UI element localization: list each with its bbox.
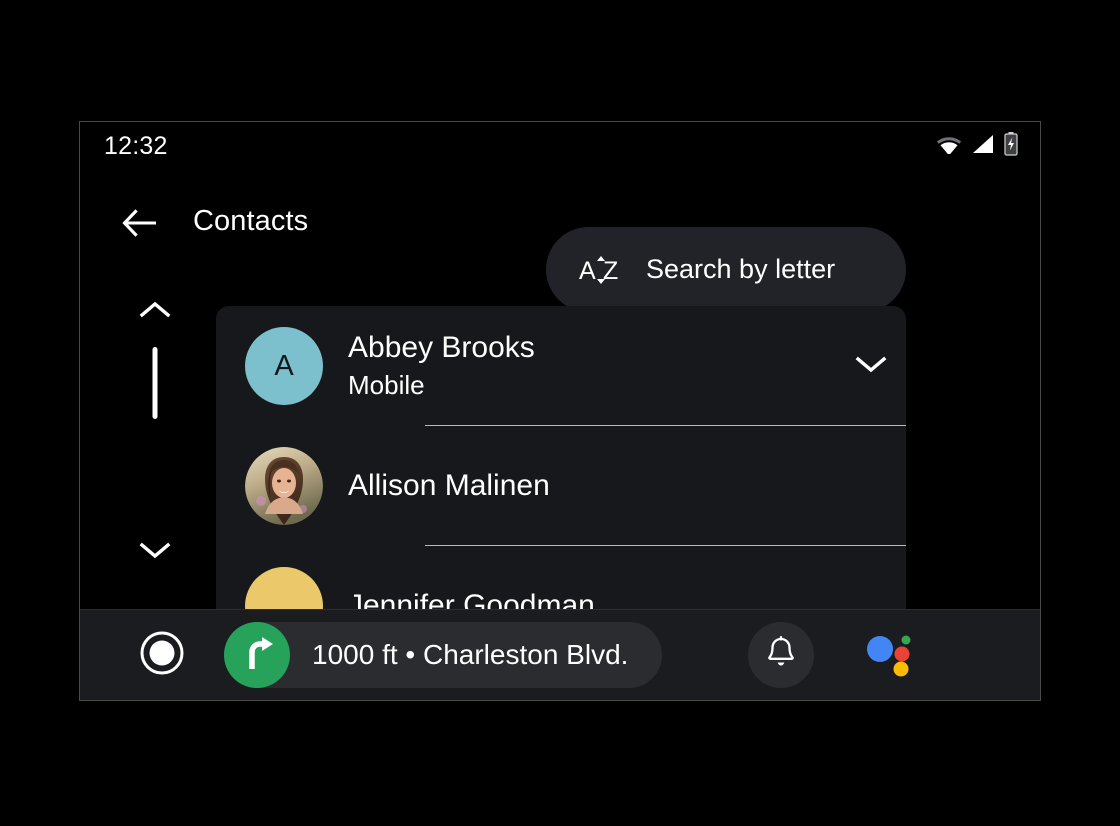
search-by-letter-label: Search by letter [646,254,836,284]
contacts-list: A Abbey Brooks Mobile Allison Malinen Je… [216,306,906,616]
contact-photo [245,447,323,525]
back-button[interactable] [118,203,162,247]
expand-contact-button[interactable] [836,353,906,380]
scroll-up-button[interactable] [133,297,177,327]
google-assistant-icon [862,628,918,683]
contact-subtitle: Mobile [348,370,425,401]
az-sort-icon: A Z [579,250,625,290]
notification-bell-icon [765,635,797,675]
search-by-letter-button[interactable]: A Z Search by letter [546,227,906,312]
list-scrollbar[interactable] [116,297,194,597]
google-assistant-button[interactable] [860,627,920,683]
contact-text-group: Allison Malinen [348,469,836,503]
scrollbar-thumb[interactable] [152,347,158,419]
avatar [245,447,323,525]
contact-text-group: Abbey Brooks Mobile [348,331,836,402]
app-header: Contacts A Z Search by letter [80,170,1040,312]
svg-text:A: A [579,257,596,285]
battery-charging-icon [1004,131,1018,161]
android-auto-screen: 12:32 Contacts A Z Search by letter A Ab… [79,121,1041,701]
navigation-text: 1000 ft • Charleston Blvd. [312,639,629,670]
page-title: Contacts [193,205,309,237]
bottom-navigation-bar: 1000 ft • Charleston Blvd. [80,609,1040,700]
status-time: 12:32 [104,131,168,160]
avatar-initial: A [274,349,294,382]
status-bar: 12:32 [80,122,1040,170]
notifications-button[interactable] [748,622,815,688]
navigation-status-pill[interactable]: 1000 ft • Charleston Blvd. [224,622,663,688]
home-circle-icon [138,629,186,682]
status-icon-group [936,131,1018,161]
svg-text:Z: Z [603,257,618,285]
back-arrow-icon [121,208,159,243]
signal-icon [971,134,995,159]
contact-name: Abbey Brooks [348,330,535,364]
contact-name: Allison Malinen [348,469,550,503]
home-button[interactable] [125,618,199,692]
avatar: A [245,327,323,405]
contact-list-item[interactable]: A Abbey Brooks Mobile [216,306,906,426]
chevron-up-icon [138,299,172,326]
turn-right-icon [224,622,290,688]
contact-list-item[interactable]: Jennifer Goodman [216,546,906,616]
chevron-down-icon [854,353,888,380]
wifi-icon [936,134,962,159]
scroll-down-button[interactable] [133,537,177,567]
chevron-down-icon [138,539,172,566]
contact-list-item[interactable]: Allison Malinen [216,426,906,546]
